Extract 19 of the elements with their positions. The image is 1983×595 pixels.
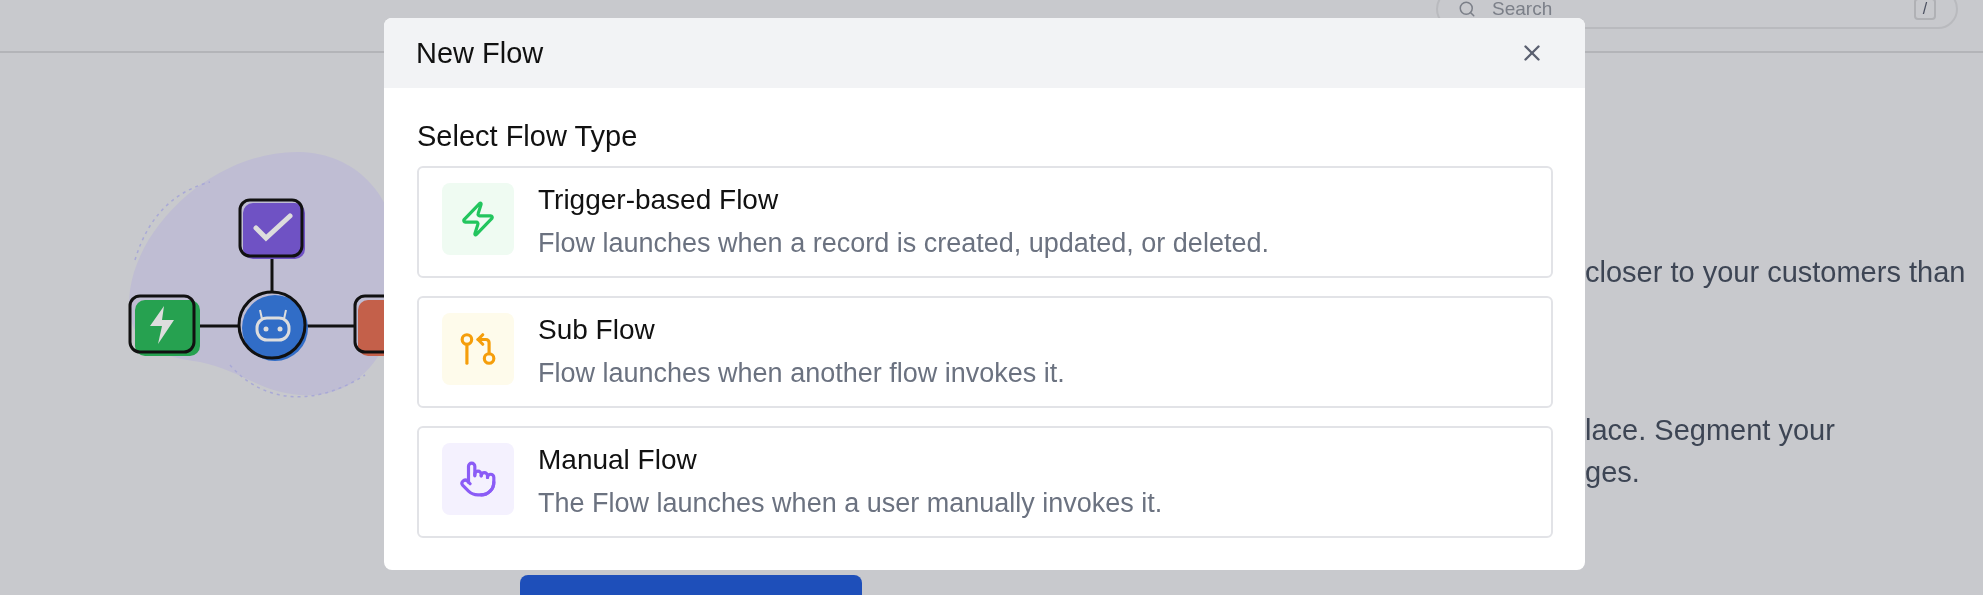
- branch-icon: [459, 330, 497, 368]
- dialog-title: New Flow: [416, 36, 544, 70]
- description-text: closer to your customers than: [1585, 255, 1967, 290]
- option-title: Trigger-based Flow: [538, 183, 780, 217]
- option-description: Flow launches when a record is created, updated, or deleted.: [538, 227, 1269, 260]
- flow-type-option[interactable]: Sub Flow Flow launches when another flow invokes it.: [417, 296, 1553, 408]
- pointer-icon: [459, 460, 497, 498]
- lightning-icon: [459, 200, 497, 238]
- search-input[interactable]: Search: [1492, 0, 1898, 18]
- flow-type-option[interactable]: Manual Flow The Flow launches when a user manually invokes it.: [417, 426, 1553, 538]
- section-label: Select Flow Type: [417, 119, 639, 154]
- flow-type-option[interactable]: Trigger-based Flow Flow launches when a record is created, updated, or deleted.: [417, 166, 1553, 278]
- option-title: Manual Flow: [538, 443, 698, 477]
- option-description: The Flow launches when a user manually invokes it.: [538, 487, 1163, 520]
- option-description: Flow launches when another flow invokes it.: [538, 357, 1065, 390]
- option-title: Sub Flow: [538, 313, 656, 347]
- shortcut-key: /: [1914, 0, 1936, 20]
- search-icon: [1458, 0, 1476, 18]
- description-text: lace. Segment your ges.: [1585, 413, 1836, 490]
